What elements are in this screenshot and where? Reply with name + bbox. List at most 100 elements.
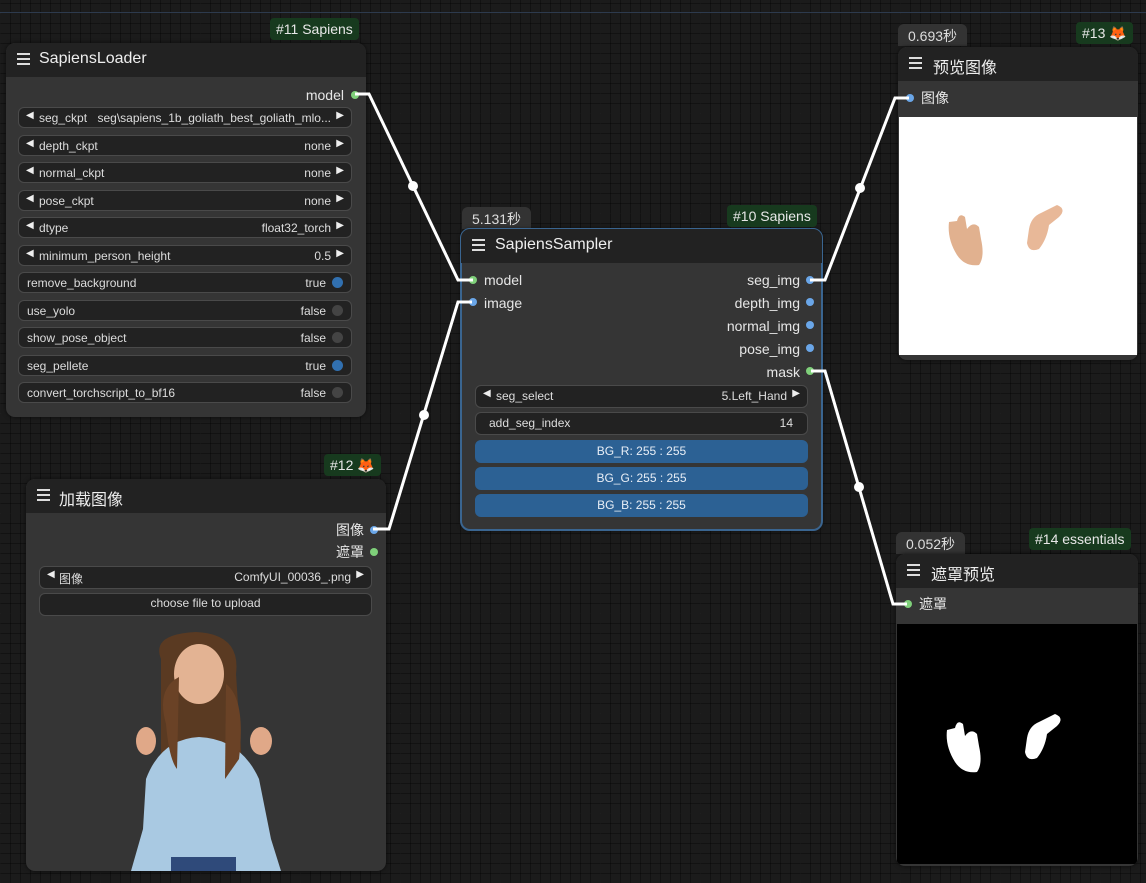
link-seg-img-midpoint — [855, 183, 865, 193]
output-mask-dot[interactable] — [370, 548, 378, 556]
pose-ckpt-combo[interactable]: ◀ pose_ckpt none ▶ — [18, 190, 352, 211]
preview-image-node[interactable]: 预览图像 图像 — [898, 47, 1138, 360]
normal-ckpt-combo[interactable]: ◀ normal_ckpt none ▶ — [18, 162, 352, 183]
input-image: image — [484, 295, 523, 311]
arrow-right-icon[interactable]: ▶ — [792, 388, 800, 399]
menu-icon[interactable] — [37, 489, 50, 503]
arrow-left-icon[interactable]: ◀ — [26, 110, 34, 121]
link-mask-midpoint — [854, 482, 864, 492]
arrow-left-icon[interactable]: ◀ — [26, 138, 34, 149]
use-yolo-toggle[interactable]: use_yolo false — [18, 300, 352, 321]
output-normal-img-dot[interactable] — [806, 321, 814, 329]
arrow-left-icon[interactable]: ◀ — [26, 193, 34, 204]
toggle-off-indicator[interactable] — [332, 387, 343, 398]
node-title: 加载图像 — [59, 492, 124, 509]
node-header[interactable]: 加载图像 — [26, 479, 386, 513]
dtype-combo[interactable]: ◀ dtype float32_torch ▶ — [18, 217, 352, 238]
remove-background-toggle[interactable]: remove_background true — [18, 272, 352, 293]
input-mask-dot[interactable] — [904, 600, 912, 608]
node-title: SapiensLoader — [39, 50, 147, 67]
node-header[interactable]: 预览图像 — [898, 47, 1138, 81]
loaded-image-preview — [131, 632, 281, 871]
mask-preview-output — [897, 624, 1137, 864]
output-mask: 遮罩 — [336, 544, 364, 560]
arrow-left-icon[interactable]: ◀ — [26, 220, 34, 231]
output-model-dot[interactable] — [351, 91, 359, 99]
depth-ckpt-combo[interactable]: ◀ depth_ckpt none ▶ — [18, 135, 352, 156]
minimum-person-height-number[interactable]: ◀ minimum_person_height 0.5 ▶ — [18, 245, 352, 266]
node-header[interactable]: 遮罩预览 — [896, 554, 1138, 588]
toggle-on-indicator[interactable] — [332, 360, 343, 371]
seg-select-combo[interactable]: ◀ seg_select 5.Left_Hand ▶ — [475, 385, 808, 408]
arrow-right-icon[interactable]: ▶ — [336, 248, 344, 259]
output-depth-img: depth_img — [734, 295, 800, 311]
arrow-right-icon[interactable]: ▶ — [336, 193, 344, 204]
seg-pellete-toggle[interactable]: seg_pellete true — [18, 355, 352, 376]
output-model: model — [305, 87, 344, 103]
arrow-right-icon[interactable]: ▶ — [356, 569, 364, 580]
node-id-badge: #12 🦊 — [324, 454, 381, 476]
output-mask: mask — [766, 364, 800, 380]
sapiens-loader-node[interactable]: SapiensLoader model ◀ seg_ckpt seg\sapie… — [6, 43, 366, 417]
bg-r-slider[interactable]: BG_R: 255 : 255 — [475, 440, 808, 463]
canvas-top-border — [0, 12, 1146, 13]
link-model-midpoint — [408, 181, 418, 191]
hand-segmentation-image — [948, 205, 1063, 266]
bg-g-slider[interactable]: BG_G: 255 : 255 — [475, 467, 808, 490]
preview-image-output — [899, 117, 1137, 355]
arrow-right-icon[interactable]: ▶ — [336, 165, 344, 176]
output-seg-img-dot[interactable] — [806, 276, 814, 284]
node-id-badge: #14 essentials — [1029, 528, 1131, 550]
hand-mask-image — [946, 714, 1061, 773]
node-title: 遮罩预览 — [931, 567, 996, 584]
output-mask-dot[interactable] — [806, 367, 814, 375]
output-image-dot[interactable] — [370, 526, 378, 534]
mask-preview-node[interactable]: 遮罩预览 遮罩 — [896, 554, 1138, 866]
input-mask: 遮罩 — [919, 596, 947, 612]
arrow-right-icon[interactable]: ▶ — [336, 110, 344, 121]
toggle-on-indicator[interactable] — [332, 277, 343, 288]
show-pose-object-toggle[interactable]: show_pose_object false — [18, 327, 352, 348]
add-seg-index-input[interactable]: add_seg_index 14 — [475, 412, 808, 435]
input-image: 图像 — [921, 90, 949, 106]
arrow-right-icon[interactable]: ▶ — [336, 220, 344, 231]
output-seg-img: seg_img — [747, 272, 800, 288]
arrow-left-icon[interactable]: ◀ — [26, 165, 34, 176]
execution-time: 0.052秒 — [896, 532, 966, 554]
load-image-node[interactable]: 加载图像 图像 遮罩 ◀ 图像 ComfyUI_00036_.png ▶ cho… — [26, 479, 386, 871]
arrow-left-icon[interactable]: ◀ — [483, 388, 491, 399]
arrow-right-icon[interactable]: ▶ — [336, 138, 344, 149]
menu-icon[interactable] — [17, 53, 30, 67]
node-id-badge: #10 Sapiens — [727, 205, 817, 227]
menu-icon[interactable] — [907, 564, 920, 578]
bg-b-slider[interactable]: BG_B: 255 : 255 — [475, 494, 808, 517]
link-image-midpoint — [419, 410, 429, 420]
arrow-left-icon[interactable]: ◀ — [26, 248, 34, 259]
image-file-combo[interactable]: ◀ 图像 ComfyUI_00036_.png ▶ — [39, 566, 372, 589]
seg-ckpt-combo[interactable]: ◀ seg_ckpt seg\sapiens_1b_goliath_best_g… — [18, 107, 352, 128]
execution-time: 5.131秒 — [462, 207, 532, 229]
menu-icon[interactable] — [909, 57, 922, 71]
link-mask — [811, 369, 907, 606]
menu-icon[interactable] — [472, 239, 485, 253]
node-header[interactable]: SapiensSampler — [461, 229, 822, 263]
link-seg-img — [810, 96, 909, 282]
choose-file-upload-button[interactable]: choose file to upload — [39, 593, 372, 616]
input-image-dot[interactable] — [906, 94, 914, 102]
node-id-badge: #11 Sapiens — [270, 18, 359, 40]
toggle-off-indicator[interactable] — [332, 305, 343, 316]
input-model-dot[interactable] — [469, 276, 477, 284]
node-title: 预览图像 — [933, 60, 998, 77]
arrow-left-icon[interactable]: ◀ — [47, 569, 55, 580]
node-header[interactable]: SapiensLoader — [6, 43, 366, 77]
output-depth-img-dot[interactable] — [806, 298, 814, 306]
sapiens-sampler-node[interactable]: SapiensSampler model image seg_img depth… — [460, 228, 823, 531]
execution-time: 0.693秒 — [898, 24, 968, 46]
input-image-dot[interactable] — [469, 298, 477, 306]
convert-torchscript-toggle[interactable]: convert_torchscript_to_bf16 false — [18, 382, 352, 403]
input-model: model — [484, 272, 523, 288]
output-pose-img: pose_img — [739, 341, 800, 357]
link-image — [373, 300, 472, 531]
toggle-off-indicator[interactable] — [332, 332, 343, 343]
output-pose-img-dot[interactable] — [806, 344, 814, 352]
